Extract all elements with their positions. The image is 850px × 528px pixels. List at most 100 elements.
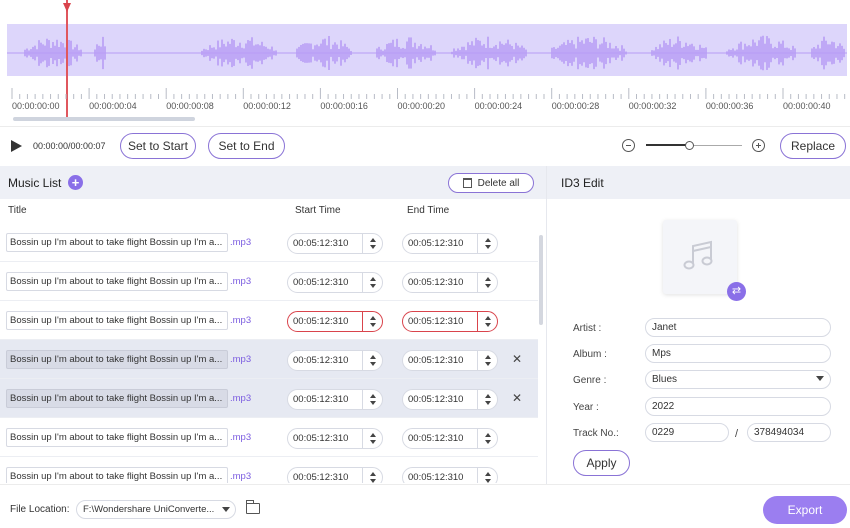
start-time-stepper[interactable] (362, 234, 382, 253)
apply-button[interactable]: Apply (573, 450, 630, 476)
set-to-start-button[interactable]: Set to Start (120, 133, 196, 159)
remove-row-icon[interactable]: ✕ (512, 391, 522, 405)
column-start-time: Start Time (295, 205, 341, 216)
list-item[interactable]: Bossin up I'm about to take flight Bossi… (0, 301, 538, 340)
end-time-field[interactable]: 00:05:12:310 (402, 350, 498, 371)
playhead-handle[interactable] (63, 3, 71, 12)
waveform-graphic (7, 35, 847, 71)
end-time-field[interactable]: 00:05:12:310 (402, 389, 498, 410)
zoom-slider-fill (646, 144, 690, 146)
list-item[interactable]: Bossin up I'm about to take flight Bossi… (0, 340, 538, 379)
ruler-ticks (11, 88, 846, 99)
zoom-slider-thumb[interactable] (685, 141, 695, 150)
end-time-value: 00:05:12:310 (408, 238, 464, 249)
end-time-field[interactable]: 00:05:12:310 (402, 272, 498, 293)
file-location-select[interactable]: F:\Wondershare UniConverte... (76, 500, 236, 519)
music-list-header: Music List + Delete all (0, 166, 546, 199)
playback-controls: 00:00:00/00:00:07 Set to Start Set to En… (0, 130, 850, 164)
list-item[interactable]: Bossin up I'm about to take flight Bossi… (0, 262, 538, 301)
end-time-stepper[interactable] (477, 351, 497, 370)
time-readout: 00:00:00/00:00:07 (33, 141, 106, 151)
end-time-field[interactable]: 00:05:12:310 (402, 233, 498, 254)
ruler-label: 00:00:00:16 (320, 101, 368, 111)
export-button[interactable]: Export (763, 496, 847, 524)
title-field[interactable]: Bossin up I'm about to take flight Bossi… (6, 467, 228, 483)
track-total-field[interactable]: 378494034 (747, 423, 831, 442)
delete-all-label: Delete all (477, 177, 520, 189)
start-time-field[interactable]: 00:05:12:310 (287, 272, 383, 293)
zoom-out-icon[interactable] (622, 139, 635, 152)
list-item[interactable]: Bossin up I'm about to take flight Bossi… (0, 379, 538, 418)
title-field[interactable]: Bossin up I'm about to take flight Bossi… (6, 350, 228, 369)
end-time-value: 00:05:12:310 (408, 277, 464, 288)
file-extension: .mp3 (230, 393, 252, 404)
list-item[interactable]: Bossin up I'm about to take flight Bossi… (0, 418, 538, 457)
end-time-field[interactable]: 00:05:12:310 (402, 428, 498, 449)
swap-cover-button[interactable]: ⇄ (727, 282, 746, 301)
end-time-stepper[interactable] (477, 234, 497, 253)
track-number-field[interactable]: 0229 (645, 423, 729, 442)
track-separator: / (735, 428, 739, 440)
start-time-field[interactable]: 00:05:12:310 (287, 233, 383, 254)
list-item[interactable]: Bossin up I'm about to take flight Bossi… (0, 457, 538, 483)
end-time-stepper[interactable] (477, 273, 497, 292)
end-time-stepper[interactable] (477, 390, 497, 409)
vertical-scrollbar[interactable] (539, 235, 543, 325)
ruler-label: 00:00:00:20 (397, 101, 446, 111)
end-time-stepper[interactable] (477, 312, 497, 331)
delete-all-button[interactable]: Delete all (448, 173, 534, 193)
column-end-time: End Time (407, 205, 450, 216)
start-time-field[interactable]: 00:05:12:310 (287, 428, 383, 449)
title-field[interactable]: Bossin up I'm about to take flight Bossi… (6, 389, 228, 408)
ruler-label: 00:00:00:24 (474, 101, 523, 111)
start-time-stepper[interactable] (362, 468, 382, 483)
add-music-button[interactable]: + (68, 175, 83, 190)
file-extension: .mp3 (230, 276, 252, 287)
replace-button[interactable]: Replace (780, 133, 846, 159)
zoom-slider[interactable] (646, 141, 742, 150)
end-time-stepper[interactable] (477, 468, 497, 483)
list-item[interactable]: Bossin up I'm about to take flight Bossi… (0, 223, 538, 262)
end-time-stepper[interactable] (477, 429, 497, 448)
album-field[interactable]: Mps (645, 344, 831, 363)
waveform[interactable] (7, 24, 847, 76)
start-time-field[interactable]: 00:05:12:310 (287, 311, 383, 332)
artist-field[interactable]: Janet (645, 318, 831, 337)
start-time-field[interactable]: 00:05:12:310 (287, 467, 383, 483)
play-icon[interactable] (11, 140, 22, 152)
ruler-label: 00:00:00:36 (705, 101, 754, 111)
start-time-stepper[interactable] (362, 351, 382, 370)
horizontal-scrollbar[interactable] (13, 117, 195, 121)
id3-header: ID3 Edit (547, 166, 850, 199)
remove-row-icon[interactable]: ✕ (512, 352, 522, 366)
end-time-field[interactable]: 00:05:12:310 (402, 311, 498, 332)
title-field[interactable]: Bossin up I'm about to take flight Bossi… (6, 233, 228, 252)
genre-value: Blues (652, 374, 678, 385)
title-field[interactable]: Bossin up I'm about to take flight Bossi… (6, 428, 228, 447)
album-label: Album : (573, 349, 607, 360)
start-time-stepper[interactable] (362, 390, 382, 409)
music-note-icon (683, 240, 713, 270)
chevron-down-icon (222, 507, 230, 512)
track-no-label: Track No.: (573, 428, 619, 439)
waveform-area[interactable] (0, 0, 850, 90)
start-time-stepper[interactable] (362, 429, 382, 448)
album-cover[interactable] (663, 220, 737, 294)
file-extension: .mp3 (230, 432, 252, 443)
genre-select[interactable]: Blues (645, 370, 831, 389)
year-field[interactable]: 2022 (645, 397, 831, 416)
start-time-stepper[interactable] (362, 273, 382, 292)
set-to-end-button[interactable]: Set to End (208, 133, 285, 159)
start-time-stepper[interactable] (362, 312, 382, 331)
title-field[interactable]: Bossin up I'm about to take flight Bossi… (6, 272, 228, 291)
start-time-field[interactable]: 00:05:12:310 (287, 389, 383, 410)
folder-icon[interactable] (246, 500, 260, 514)
zoom-in-icon[interactable] (752, 139, 765, 152)
start-time-value: 00:05:12:310 (293, 394, 349, 405)
id3-title: ID3 Edit (561, 176, 604, 190)
start-time-field[interactable]: 00:05:12:310 (287, 350, 383, 371)
column-title: Title (8, 205, 27, 216)
end-time-field[interactable]: 00:05:12:310 (402, 467, 498, 483)
footer-divider (0, 484, 850, 485)
title-field[interactable]: Bossin up I'm about to take flight Bossi… (6, 311, 228, 330)
